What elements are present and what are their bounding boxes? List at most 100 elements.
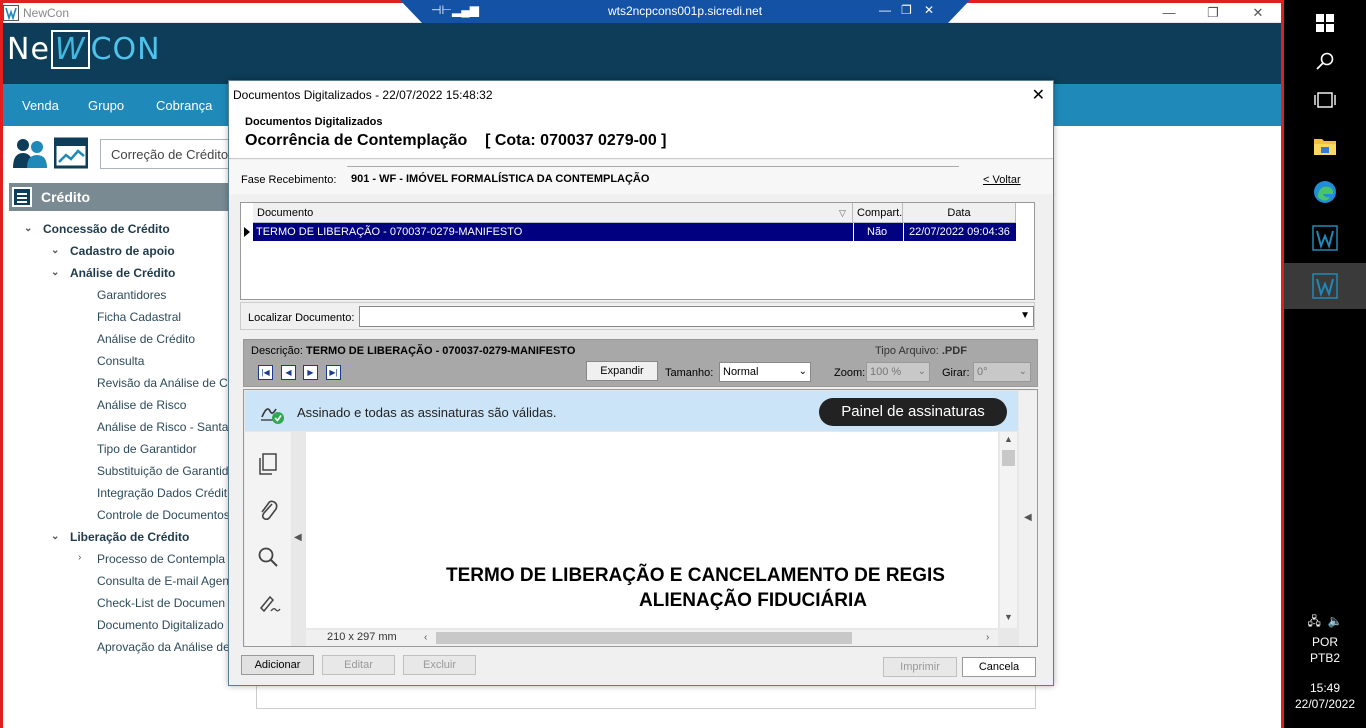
- chevron-down-icon[interactable]: ▼: [1020, 310, 1030, 321]
- chevron-down-icon: ⌄: [917, 366, 926, 377]
- rdp-close-button[interactable]: ✕: [924, 3, 934, 17]
- task-view-icon[interactable]: [1284, 77, 1366, 123]
- sidebar-item[interactable]: Tipo de Garantidor: [97, 442, 197, 456]
- scroll-right-icon[interactable]: ›: [986, 632, 989, 643]
- next-page-button[interactable]: ▶: [303, 365, 318, 380]
- keyboard-layout[interactable]: PTB2: [1284, 651, 1366, 665]
- sidebar-item[interactable]: Consulta de E-mail Agen: [97, 574, 229, 588]
- dialog-close-button[interactable]: ✕: [1032, 85, 1045, 105]
- expandir-button[interactable]: Expandir: [586, 361, 658, 381]
- sidebar-item[interactable]: Análise de Risco - Santa: [97, 420, 228, 434]
- adicionar-button[interactable]: Adicionar: [241, 655, 314, 675]
- pdf-viewer: Assinado e todas as assinaturas são váli…: [243, 389, 1038, 647]
- language-indicator[interactable]: POR: [1284, 635, 1366, 649]
- menu-venda[interactable]: Venda: [22, 98, 59, 113]
- sidebar-item[interactable]: Consulta: [97, 354, 144, 368]
- chevron-right-icon[interactable]: ›: [78, 552, 81, 563]
- sidebar-item-label: Consulta de E-mail Agen: [97, 574, 230, 588]
- sidebar-item[interactable]: Check-List de Documen: [97, 596, 225, 610]
- scroll-down-icon[interactable]: ▼: [1004, 612, 1013, 622]
- sidebar-item[interactable]: ⌄ Concessão de Crédito: [24, 222, 170, 236]
- sidebar-item-label: Garantidores: [97, 288, 167, 302]
- sidebar-item[interactable]: Substituição de Garantid: [97, 464, 228, 478]
- col-compart[interactable]: Compart.: [853, 203, 903, 223]
- editar-button[interactable]: Editar: [322, 655, 395, 675]
- sidebar-item[interactable]: › Processo de Contempla: [78, 552, 225, 566]
- maximize-button[interactable]: ❐: [1190, 4, 1236, 22]
- attachment-icon[interactable]: [257, 498, 279, 525]
- minimize-button[interactable]: —: [1146, 4, 1192, 22]
- viewer-toolbar: Descrição: TERMO DE LIBERAÇÃO - 070037-0…: [243, 339, 1038, 387]
- sign-pen-icon[interactable]: [257, 592, 281, 617]
- sidebar-item-label: Cadastro de apoio: [70, 244, 175, 258]
- sidebar-item[interactable]: ⌄ Análise de Crédito: [51, 266, 176, 280]
- sidebar-item[interactable]: Análise de Crédito: [97, 332, 195, 346]
- tray-icons[interactable]: 🖧 🔈: [1284, 612, 1366, 633]
- newcon-taskbar-icon[interactable]: [1284, 215, 1366, 261]
- pdf-horizontal-scrollbar[interactable]: ‹ ›: [306, 630, 998, 646]
- scroll-up-icon[interactable]: ▲: [1004, 434, 1013, 444]
- sidebar-item[interactable]: Controle de Documentos: [97, 508, 230, 522]
- rdp-minimize-button[interactable]: —: [879, 3, 891, 17]
- localizar-input[interactable]: ▼: [359, 306, 1034, 327]
- people-icon[interactable]: [12, 136, 48, 170]
- collapse-arrow-icon[interactable]: ◀: [1024, 512, 1032, 523]
- excluir-button[interactable]: Excluir: [403, 655, 476, 675]
- left-arrow-icon[interactable]: ◀: [294, 532, 302, 543]
- sidebar-item[interactable]: Aprovação da Análise de: [97, 640, 230, 654]
- sidebar-item-label: Análise de Risco - Santa: [97, 420, 229, 434]
- sidebar-item[interactable]: Garantidores: [97, 288, 166, 302]
- newcon-taskbar-icon-active[interactable]: [1284, 263, 1366, 309]
- pages-icon[interactable]: [257, 452, 279, 479]
- localizar-label: Localizar Documento:: [248, 312, 355, 324]
- sidebar-item[interactable]: Integração Dados Crédit: [97, 486, 227, 500]
- sidebar-item-label: Análise de Crédito: [70, 266, 176, 280]
- sidebar-item[interactable]: Revisão da Análise de C: [97, 376, 228, 390]
- clock-date[interactable]: 22/07/2022: [1284, 697, 1366, 711]
- chevron-down-icon[interactable]: ⌄: [51, 267, 59, 278]
- newcon-app-icon: [3, 5, 19, 21]
- sidebar-item-label: Controle de Documentos: [97, 508, 230, 522]
- filter-icon[interactable]: ▽: [839, 208, 846, 219]
- scroll-left-icon[interactable]: ‹: [424, 632, 427, 643]
- page-size-label: 210 x 297 mm: [327, 631, 397, 643]
- search-icon[interactable]: [257, 546, 279, 571]
- menu-grupo[interactable]: Grupo: [88, 98, 124, 113]
- network-icon[interactable]: 🖧: [1307, 614, 1320, 628]
- sidebar-item-label: Análise de Risco: [97, 398, 187, 412]
- zoom-select[interactable]: 100 % ⌄: [866, 362, 930, 382]
- col-documento[interactable]: Documento: [253, 203, 853, 223]
- volume-icon[interactable]: 🔈: [1328, 614, 1343, 628]
- hscroll-thumb[interactable]: [436, 632, 852, 644]
- pdf-heading-line2: ALIENAÇÃO FIDUCIÁRIA: [639, 590, 867, 611]
- last-page-button[interactable]: ▶|: [326, 365, 341, 380]
- chevron-down-icon[interactable]: ⌄: [51, 531, 59, 542]
- col-data[interactable]: Data: [903, 203, 1016, 223]
- sidebar-item[interactable]: ⌄ Liberação de Crédito: [51, 530, 189, 544]
- voltar-link[interactable]: < Voltar: [983, 174, 1021, 186]
- chevron-down-icon[interactable]: ⌄: [51, 245, 59, 256]
- sidebar-item[interactable]: Análise de Risco: [97, 398, 186, 412]
- menu-cobranca[interactable]: Cobrança: [156, 98, 212, 113]
- close-window-button[interactable]: ✕: [1235, 4, 1281, 22]
- signature-panel-button[interactable]: Painel de assinaturas: [819, 398, 1007, 426]
- sidebar-item[interactable]: ⌄ Cadastro de apoio: [51, 244, 175, 258]
- file-explorer-icon[interactable]: [1284, 123, 1366, 169]
- sidebar-item[interactable]: Ficha Cadastral: [97, 310, 181, 324]
- cancela-button[interactable]: Cancela: [962, 657, 1036, 677]
- scroll-thumb[interactable]: [1002, 450, 1015, 466]
- prev-page-button[interactable]: ◀: [281, 365, 296, 380]
- chart-icon[interactable]: [53, 136, 90, 170]
- table-row[interactable]: TERMO DE LIBERAÇÃO - 070037-0279-MANIFES…: [253, 223, 1016, 241]
- edge-browser-icon[interactable]: [1284, 169, 1366, 215]
- girar-select[interactable]: 0° ⌄: [973, 362, 1031, 382]
- rdp-restore-button[interactable]: ❐: [901, 3, 912, 17]
- chevron-down-icon[interactable]: ⌄: [24, 223, 32, 234]
- imprimir-button[interactable]: Imprimir: [883, 657, 957, 677]
- menu-list-icon[interactable]: [12, 187, 32, 207]
- pdf-vertical-scrollbar[interactable]: ▲ ▼: [1000, 432, 1017, 628]
- sidebar-item[interactable]: Documento Digitalizado: [97, 618, 224, 632]
- tamanho-select[interactable]: Normal ⌄: [719, 362, 811, 382]
- clock-time[interactable]: 15:49: [1284, 681, 1366, 695]
- first-page-button[interactable]: |◀: [258, 365, 273, 380]
